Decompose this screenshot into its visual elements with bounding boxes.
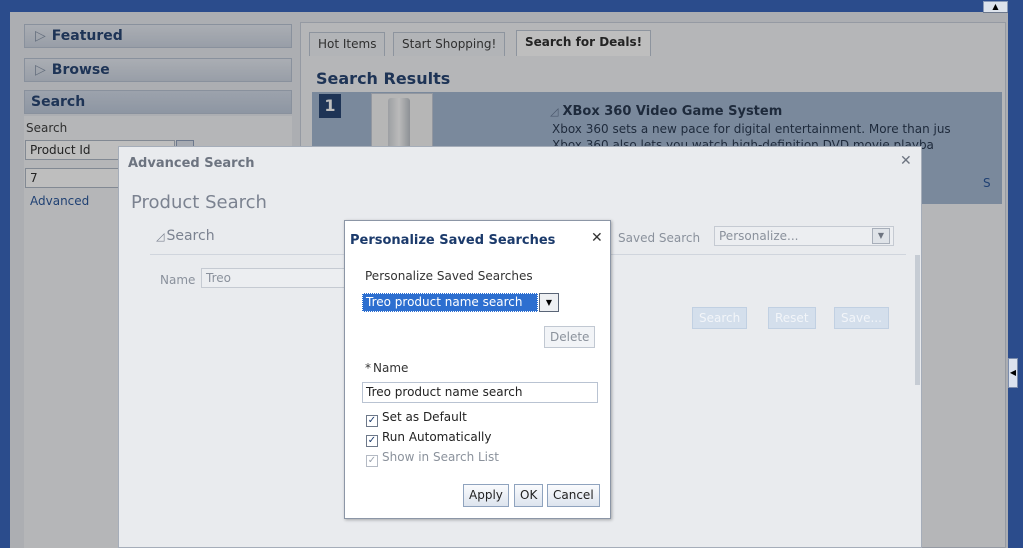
saved-search-select[interactable]: Personalize... (714, 226, 894, 246)
checkbox-checked-icon[interactable]: ✓ (366, 415, 378, 427)
save-button[interactable]: Save... (834, 307, 889, 329)
apply-button[interactable]: Apply (463, 484, 509, 507)
saved-search-label: Saved Search (618, 231, 701, 245)
name-label-text: Name (373, 361, 409, 375)
run-automatically-label: Run Automatically (382, 430, 492, 444)
required-marker: * (365, 361, 371, 375)
advanced-search-title: Advanced Search (128, 156, 255, 171)
show-in-search-list-checkbox: ✓ Show in Search List (366, 449, 499, 467)
set-as-default-checkbox[interactable]: ✓ Set as Default (366, 409, 467, 427)
close-icon[interactable]: ✕ (900, 153, 912, 169)
disclosure-icon: ◿ (156, 230, 165, 243)
name-input[interactable]: Treo (201, 268, 351, 288)
collapse-panel-icon[interactable]: ◀ (1008, 358, 1018, 388)
window-right-border (1008, 12, 1023, 548)
checkbox-checked-icon: ✓ (366, 455, 378, 467)
reset-button[interactable]: Reset (768, 307, 816, 329)
show-in-search-list-label: Show in Search List (382, 450, 499, 464)
checkbox-checked-icon[interactable]: ✓ (366, 435, 378, 447)
ok-button[interactable]: OK (514, 484, 544, 507)
search-section-label: Search (166, 228, 215, 244)
dialog-edge (915, 255, 920, 385)
saved-search-list-select[interactable]: Treo product name search (362, 293, 538, 312)
delete-button: Delete (544, 326, 596, 348)
close-icon[interactable]: ✕ (591, 230, 603, 246)
chevron-down-icon[interactable]: ▼ (539, 293, 559, 312)
search-section-header[interactable]: ◿ Search (156, 228, 215, 244)
set-as-default-label: Set as Default (382, 410, 467, 424)
window-left-border (0, 0, 10, 548)
window-top-bar (0, 0, 1023, 12)
product-search-heading: Product Search (131, 192, 267, 213)
chevron-down-icon[interactable]: ▼ (872, 228, 890, 244)
search-button[interactable]: Search (692, 307, 748, 329)
cancel-button[interactable]: Cancel (547, 484, 600, 507)
name-field-label: * Name (365, 361, 408, 375)
run-automatically-checkbox[interactable]: ✓ Run Automatically (366, 429, 492, 447)
saved-search-name-input[interactable]: Treo product name search (362, 382, 598, 403)
personalize-dialog-title: Personalize Saved Searches (350, 233, 556, 248)
personalize-subtitle: Personalize Saved Searches (365, 269, 533, 283)
name-label: Name (160, 273, 196, 287)
